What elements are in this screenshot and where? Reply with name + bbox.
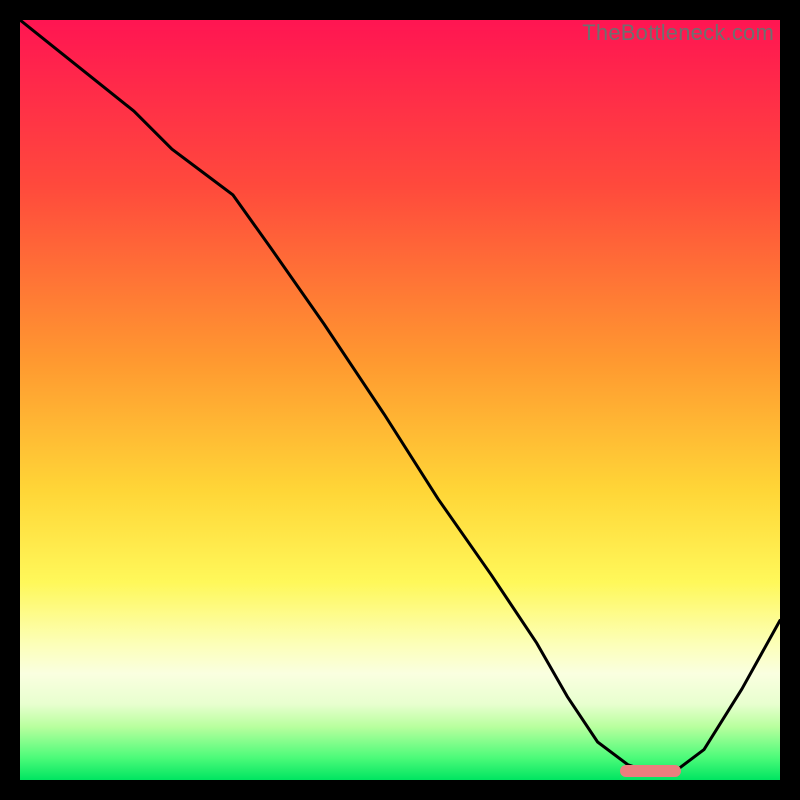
plot-area: TheBottleneck.com bbox=[20, 20, 780, 780]
watermark-text: TheBottleneck.com bbox=[582, 20, 774, 46]
chart-frame: TheBottleneck.com bbox=[0, 0, 800, 800]
optimal-range-marker bbox=[620, 765, 681, 777]
bottleneck-curve bbox=[20, 20, 780, 780]
